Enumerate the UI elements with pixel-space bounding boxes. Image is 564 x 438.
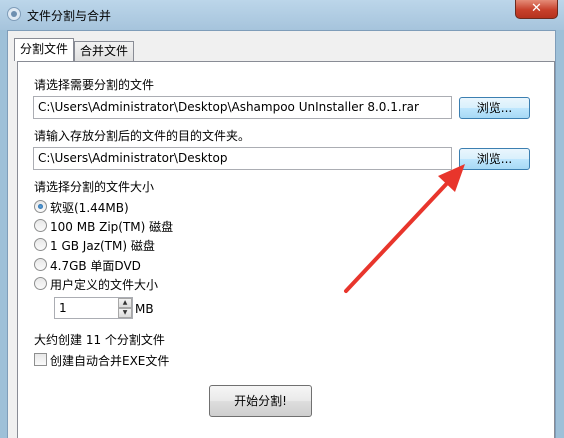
size-zip-label: 100 MB Zip(TM) 磁盘 xyxy=(50,220,174,234)
size-floppy-radio[interactable] xyxy=(34,200,47,213)
app-icon xyxy=(7,7,21,21)
estimate-text: 大约创建 11 个分割文件 xyxy=(34,333,165,347)
size-zip-radio[interactable] xyxy=(34,219,47,232)
start-split-label: 开始分割! xyxy=(234,394,287,408)
spin-up-button[interactable]: ▲ xyxy=(118,298,132,308)
size-jaz-label: 1 GB Jaz(TM) 磁盘 xyxy=(50,239,155,253)
title-bar: 文件分割与合并 ✕ xyxy=(0,0,564,30)
auto-merge-label: 创建自动合并EXE文件 xyxy=(50,354,170,368)
window-title: 文件分割与合并 xyxy=(27,9,112,23)
tab-split-label: 分割文件 xyxy=(20,42,69,56)
spin-down-button[interactable]: ▼ xyxy=(118,308,132,318)
size-dvd-radio[interactable] xyxy=(34,258,47,271)
split-size-label: 请选择分割的文件大小 xyxy=(34,180,155,194)
size-custom-label: 用户定义的文件大小 xyxy=(50,278,159,292)
dest-folder-label: 请输入存放分割后的文件的目的文件夹。 xyxy=(34,129,251,143)
dest-folder-input[interactable]: C:\Users\Administrator\Desktop xyxy=(33,147,452,170)
start-split-button[interactable]: 开始分割! xyxy=(209,385,312,417)
close-button[interactable]: ✕ xyxy=(515,0,558,19)
size-floppy-label: 软驱(1.44MB) xyxy=(50,201,129,215)
browse-folder-label: 浏览... xyxy=(476,152,513,166)
browse-folder-button[interactable]: 浏览... xyxy=(459,148,530,170)
tab-merge-label: 合并文件 xyxy=(80,44,129,58)
auto-merge-checkbox[interactable] xyxy=(34,353,47,366)
spin-down-icon: ▼ xyxy=(122,309,128,316)
file-path-input[interactable]: C:\Users\Administrator\Desktop\Ashampoo … xyxy=(33,96,452,119)
browse-file-button[interactable]: 浏览... xyxy=(459,97,530,119)
size-custom-radio[interactable] xyxy=(34,277,47,290)
tab-split[interactable]: 分割文件 xyxy=(14,38,74,61)
spin-up-icon: ▲ xyxy=(122,299,128,306)
custom-size-unit: MB xyxy=(135,302,154,316)
close-icon: ✕ xyxy=(531,1,542,16)
tab-merge[interactable]: 合并文件 xyxy=(74,41,134,61)
browse-file-label: 浏览... xyxy=(476,101,513,115)
select-file-label: 请选择需要分割的文件 xyxy=(34,78,155,92)
size-dvd-label: 4.7GB 单面DVD xyxy=(50,259,141,273)
size-jaz-radio[interactable] xyxy=(34,238,47,251)
